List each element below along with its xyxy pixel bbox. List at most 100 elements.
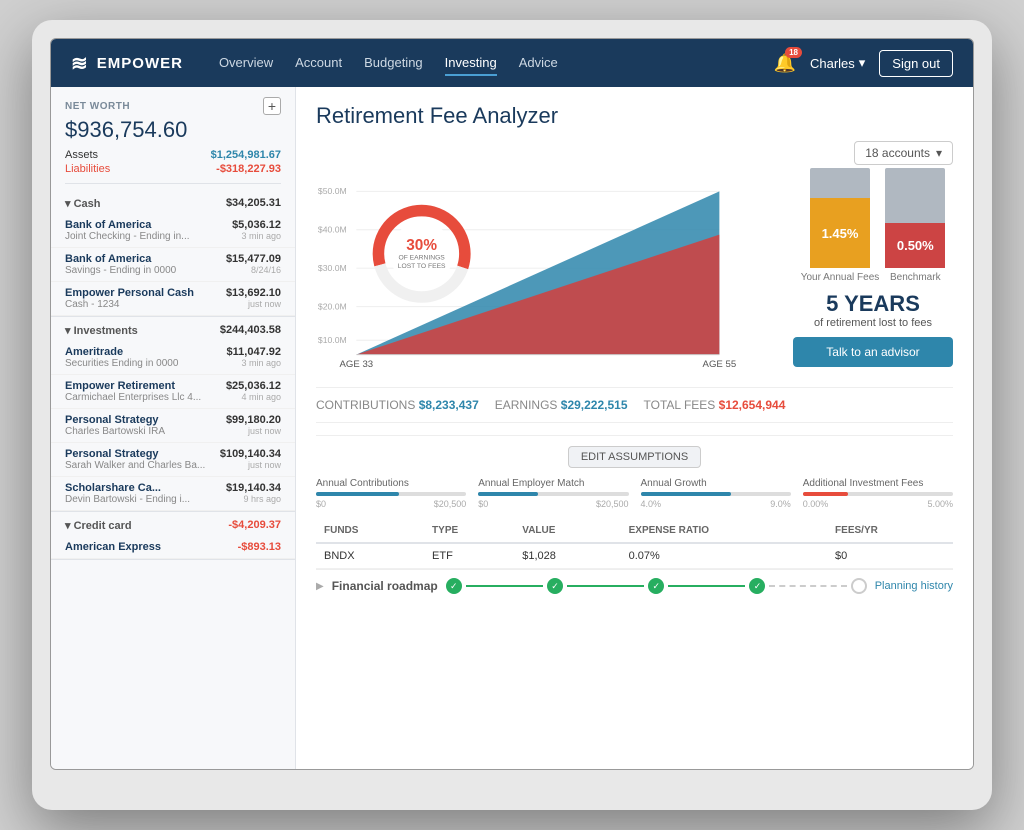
fee-chart: $50.0M $40.0M $30.0M $20.0M $10.0M — [316, 173, 777, 373]
sidebar: NET WORTH + $936,754.60 Assets $1,254,98… — [51, 87, 296, 769]
list-item[interactable]: Personal StrategyCharles Bartowski IRA $… — [51, 409, 295, 443]
logo-text: EMPOWER — [97, 55, 183, 72]
investments-group-header[interactable]: ▾ Investments $244,403.58 — [51, 317, 295, 341]
total-fees-stat: TOTAL FEES $12,654,944 — [644, 398, 786, 412]
annual-growth-slider: Annual Growth 4.0% 9.0% — [641, 478, 791, 509]
your-fees-value: 1.45% — [822, 226, 859, 241]
list-item[interactable]: Scholarshare Ca...Devin Bartowski - Endi… — [51, 477, 295, 511]
benchmark-label: Benchmark — [890, 272, 941, 283]
investment-fees-slider: Additional Investment Fees 0.00% 5.00% — [803, 478, 953, 509]
nav-bar: ≋ EMPOWER Overview Account Budgeting Inv… — [51, 39, 973, 87]
page-title: Retirement Fee Analyzer — [316, 103, 953, 129]
col-expense: EXPENSE RATIO — [621, 519, 827, 543]
net-worth-value: $936,754.60 — [65, 117, 281, 143]
years-label: of retirement lost to fees — [814, 317, 932, 329]
investments-group: ▾ Investments $244,403.58 AmeritradeSecu… — [51, 317, 295, 512]
nav-investing[interactable]: Investing — [445, 51, 497, 76]
liabilities-label: Liabilities — [65, 163, 110, 175]
years-num: 5 YEARS — [814, 291, 932, 317]
edit-assumptions-button[interactable]: EDIT ASSUMPTIONS — [568, 446, 701, 468]
user-menu[interactable]: Charles ▾ — [810, 55, 865, 71]
user-name: Charles — [810, 56, 855, 71]
your-fees-label: Your Annual Fees — [801, 272, 880, 283]
assets-label: Assets — [65, 149, 98, 161]
roadmap-dot-2: ✓ — [547, 578, 563, 594]
svg-text:$20.0M: $20.0M — [318, 301, 347, 311]
chart-container: $50.0M $40.0M $30.0M $20.0M $10.0M — [316, 173, 953, 373]
svg-text:$30.0M: $30.0M — [318, 263, 347, 273]
nav-account[interactable]: Account — [295, 51, 342, 76]
table-row[interactable]: BNDX ETF $1,028 0.07% $0 — [316, 543, 953, 569]
chevron-down-icon: ▾ — [859, 55, 866, 71]
chevron-down-icon: ▾ — [936, 146, 942, 160]
earnings-value: $29,222,515 — [561, 398, 628, 412]
nav-advice[interactable]: Advice — [519, 51, 558, 76]
chevron-right-icon: ▶ — [316, 581, 324, 592]
financial-roadmap-row: ▶ Financial roadmap ✓ ✓ ✓ ✓ Planning his… — [316, 569, 953, 602]
accounts-button[interactable]: 18 accounts ▾ — [854, 141, 953, 165]
accounts-selector: 18 accounts ▾ — [316, 141, 953, 165]
area-chart-svg: $50.0M $40.0M $30.0M $20.0M $10.0M — [316, 173, 777, 373]
employer-match-slider: Annual Employer Match $0 $20,500 — [478, 478, 628, 509]
col-fees: FEES/YR — [827, 519, 953, 543]
assets-value: $1,254,981.67 — [211, 149, 281, 161]
sliders-row: Annual Contributions $0 $20,500 Annual E… — [316, 478, 953, 509]
earnings-stat: EARNINGS $29,222,515 — [495, 398, 628, 412]
roadmap-label[interactable]: Financial roadmap — [332, 579, 438, 593]
svg-text:LOST TO FEES: LOST TO FEES — [398, 263, 446, 270]
roadmap-dot-1: ✓ — [446, 578, 462, 594]
bar-comparison: 1.45% Your Annual Fees 0.50% — [801, 173, 946, 283]
years-badge: 5 YEARS of retirement lost to fees — [814, 291, 932, 329]
sign-out-button[interactable]: Sign out — [879, 50, 953, 77]
nav-right: 🔔 18 Charles ▾ Sign out — [774, 50, 953, 77]
list-item[interactable]: Bank of America Joint Checking - Ending … — [51, 214, 295, 248]
annual-contributions-slider: Annual Contributions $0 $20,500 — [316, 478, 466, 509]
total-fees-value: $12,654,944 — [719, 398, 786, 412]
col-type: TYPE — [424, 519, 514, 543]
contributions-value: $8,233,437 — [419, 398, 479, 412]
add-account-button[interactable]: + — [263, 97, 281, 115]
benchmark-bar-col: 0.50% Benchmark — [885, 168, 945, 283]
svg-text:$50.0M: $50.0M — [318, 186, 347, 196]
notification-badge: 18 — [785, 47, 802, 58]
net-worth-label: NET WORTH — [65, 101, 130, 112]
cash-group-header[interactable]: ▾ Cash $34,205.31 — [51, 190, 295, 214]
roadmap-progress: ✓ ✓ ✓ ✓ — [446, 578, 867, 594]
list-item[interactable]: Bank of America Savings - Ending in 0000… — [51, 248, 295, 282]
svg-text:30%: 30% — [406, 237, 437, 254]
nav-budgeting[interactable]: Budgeting — [364, 51, 423, 76]
your-fees-bar: 1.45% — [810, 168, 870, 268]
logo: ≋ EMPOWER — [71, 51, 183, 76]
list-item[interactable]: Empower RetirementCarmichael Enterprises… — [51, 375, 295, 409]
nav-links: Overview Account Budgeting Investing Adv… — [219, 51, 750, 76]
benchmark-value: 0.50% — [897, 238, 934, 253]
stats-row: CONTRIBUTIONS $8,233,437 EARNINGS $29,22… — [316, 387, 953, 423]
roadmap-dot-empty — [851, 578, 867, 594]
contributions-stat: CONTRIBUTIONS $8,233,437 — [316, 398, 479, 412]
funds-table: FUNDS TYPE VALUE EXPENSE RATIO FEES/YR B… — [316, 519, 953, 569]
benchmark-bar: 0.50% — [885, 168, 945, 268]
col-funds: FUNDS — [316, 519, 424, 543]
list-item[interactable]: Personal StrategySarah Walker and Charle… — [51, 443, 295, 477]
notification-button[interactable]: 🔔 18 — [774, 53, 796, 74]
roadmap-dot-4: ✓ — [749, 578, 765, 594]
svg-text:OF EARNINGS: OF EARNINGS — [398, 255, 445, 262]
liabilities-value: -$318,227.93 — [216, 163, 281, 175]
credit-card-group-header[interactable]: ▾ Credit card -$4,209.37 — [51, 512, 295, 536]
svg-text:$40.0M: $40.0M — [318, 225, 347, 235]
main-content: Retirement Fee Analyzer 18 accounts ▾ $5… — [296, 87, 973, 769]
svg-text:AGE 55: AGE 55 — [703, 359, 737, 370]
planning-history-link[interactable]: Planning history — [875, 580, 953, 592]
list-item[interactable]: Empower Personal Cash Cash - 1234 $13,69… — [51, 282, 295, 316]
svg-text:$10.0M: $10.0M — [318, 335, 347, 345]
roadmap-dot-3: ✓ — [648, 578, 664, 594]
svg-text:AGE 33: AGE 33 — [340, 359, 374, 370]
list-item[interactable]: AmeritradeSecurities Ending in 0000 $11,… — [51, 341, 295, 375]
list-item[interactable]: American Express -$893.13 — [51, 536, 295, 559]
chart-side-panel: 1.45% Your Annual Fees 0.50% — [793, 173, 953, 371]
assumptions-section: EDIT ASSUMPTIONS Annual Contributions $0… — [316, 435, 953, 509]
nav-overview[interactable]: Overview — [219, 51, 273, 76]
advisor-button[interactable]: Talk to an advisor — [793, 337, 953, 367]
logo-icon: ≋ — [71, 51, 89, 76]
credit-card-group: ▾ Credit card -$4,209.37 American Expres… — [51, 512, 295, 560]
